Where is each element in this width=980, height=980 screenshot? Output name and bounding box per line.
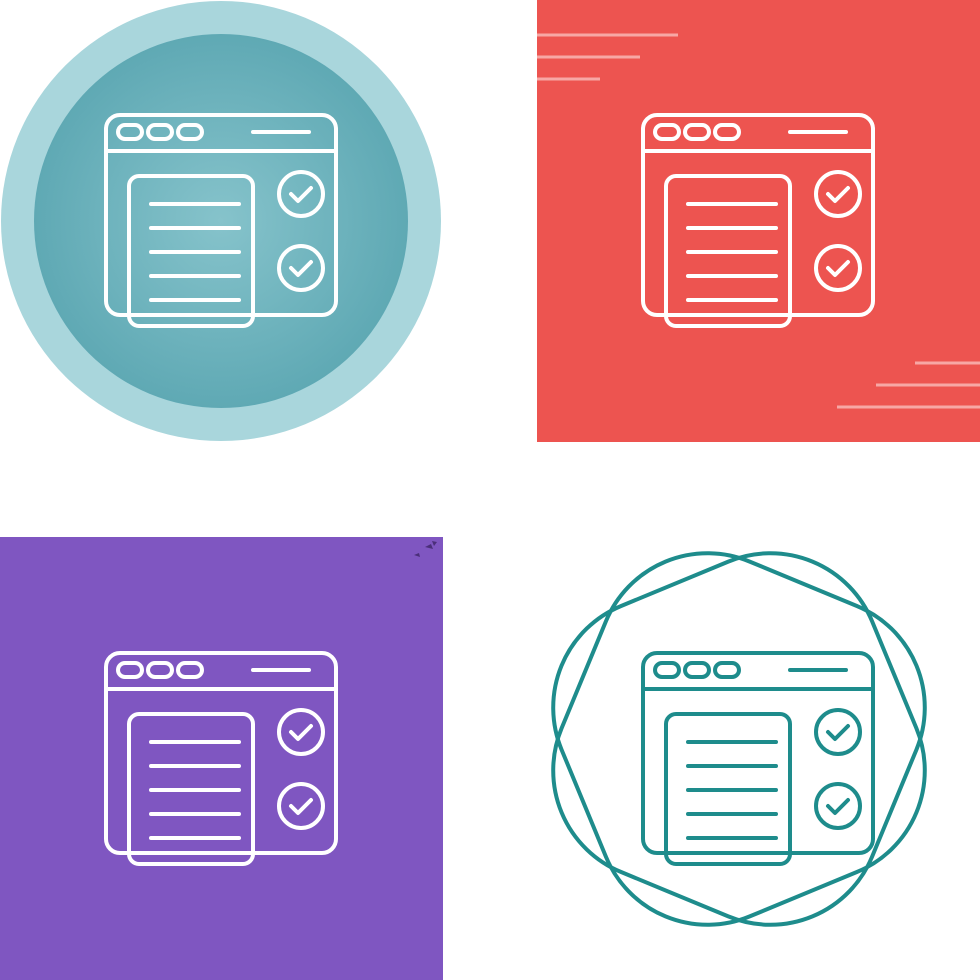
browser-checklist-icon (1, 1, 441, 441)
browser-checklist-icon (0, 537, 443, 980)
icon-tile-purple (0, 490, 490, 980)
icon-tile-outline (490, 490, 980, 980)
browser-checklist-icon (551, 551, 927, 927)
browser-checklist-icon (537, 0, 980, 442)
icon-tile-circle (0, 0, 490, 490)
icon-tile-red (490, 0, 980, 490)
